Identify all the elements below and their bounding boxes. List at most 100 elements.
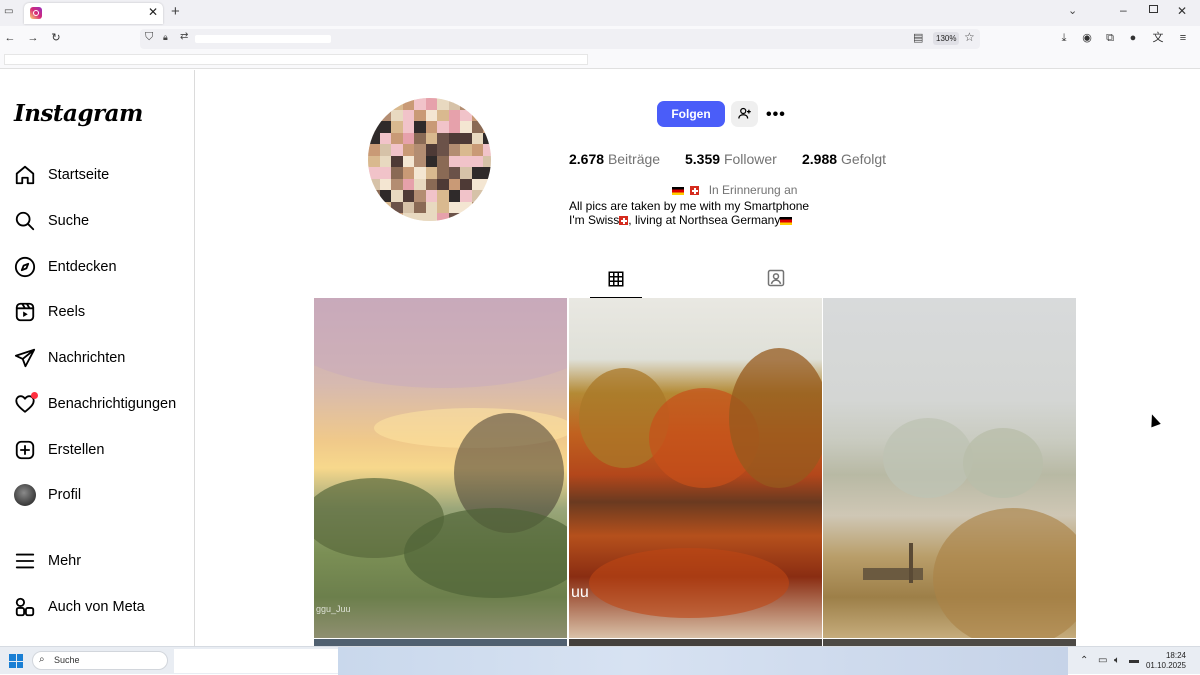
restore-icon[interactable] (1149, 5, 1158, 13)
avatar-mosaic-tile (448, 167, 461, 179)
avatar-mosaic-tile (414, 132, 426, 145)
taskbar-search-label: Suche (54, 655, 80, 665)
avatar-mosaic-tile (402, 132, 415, 145)
stat-followers[interactable]: 5.359 Follower (685, 151, 777, 167)
browser-tab[interactable]: ✕ (24, 3, 163, 24)
new-tab-icon[interactable]: + (171, 3, 180, 20)
downloads-icon[interactable]: ⤓ (1057, 31, 1071, 45)
avatar-mosaic-tile (391, 155, 403, 168)
nav-more[interactable]: Mehr (14, 547, 81, 575)
more-options-icon[interactable]: ••• (766, 106, 786, 124)
avatar-mosaic-tile (425, 98, 438, 110)
avatar-mosaic-tile (460, 98, 472, 110)
avatar-mosaic-tile (368, 167, 380, 179)
avatar-mosaic-tile (425, 121, 438, 133)
forward-icon[interactable]: → (26, 31, 40, 45)
nav-home[interactable]: Startseite (14, 161, 109, 189)
clock[interactable]: 18:24 01.10.2025 (1146, 651, 1186, 671)
avatar-mosaic-tile (460, 190, 472, 202)
nav-create[interactable]: Erstellen (14, 436, 104, 464)
memorial-text: In Erinnerung an (708, 183, 798, 197)
network-icon[interactable]: ▭ (1098, 655, 1107, 666)
tray-overflow-icon[interactable]: ⌃ (1080, 655, 1088, 666)
reload-icon[interactable]: ↻ (49, 31, 63, 45)
avatar-mosaic-tile (483, 201, 491, 214)
tab-posts-grid[interactable] (590, 266, 642, 298)
zoom-indicator[interactable]: 130% (933, 32, 960, 45)
suggest-similar-button[interactable] (731, 101, 758, 127)
avatar-mosaic-tile (379, 144, 392, 156)
post-thumbnail[interactable] (314, 639, 567, 646)
avatar-mosaic-tile (391, 109, 403, 122)
taskbar-search[interactable]: ⌕ Suche (32, 651, 168, 670)
tab-list-icon[interactable]: ▭ (4, 6, 13, 17)
nav-notifications[interactable]: Benachrichtigungen (14, 390, 176, 418)
windows-start-icon[interactable] (9, 654, 23, 668)
avatar-mosaic-tile (460, 213, 472, 221)
post-thumbnail[interactable]: uu (569, 298, 822, 638)
avatar-mosaic-tile (437, 144, 449, 156)
followers-count: 5.359 (685, 151, 721, 167)
nav-messages[interactable]: Nachrichten (14, 344, 125, 372)
avatar-mosaic-tile (483, 213, 491, 221)
tab-tagged[interactable] (766, 268, 786, 290)
profile-avatar-icon[interactable]: ● (1126, 31, 1140, 45)
nav-explore[interactable]: Entdecken (14, 253, 117, 281)
swiss-flag-icon (619, 216, 629, 226)
home-icon (15, 165, 35, 185)
nav-profile[interactable]: Profil (14, 481, 81, 509)
account-icon[interactable]: ◉ (1080, 31, 1094, 45)
avatar-mosaic-tile (448, 98, 461, 110)
close-tab-icon[interactable]: ✕ (148, 5, 158, 19)
autumn-tree (729, 348, 822, 488)
post-thumbnail[interactable] (823, 639, 1076, 646)
clock-time: 18:24 (1165, 651, 1186, 660)
menu-icon[interactable]: ≡ (1176, 31, 1190, 45)
avatar-mosaic-tile (460, 155, 472, 168)
profile-avatar-pixelated[interactable] (368, 98, 491, 221)
stat-following[interactable]: 2.988 Gefolgt (802, 151, 886, 167)
reader-view-icon[interactable]: ▤ (913, 31, 923, 44)
avatar-mosaic-tile (437, 167, 449, 179)
avatar-mosaic-tile (448, 190, 461, 202)
avatar-mosaic-tile (437, 98, 449, 110)
avatar-mosaic-tile (471, 109, 484, 122)
bookmark-star-icon[interactable]: ☆ (964, 30, 975, 44)
shield-icon[interactable]: ⛉ (145, 31, 153, 44)
add-user-icon (738, 107, 751, 119)
permissions-icon[interactable]: ⇄ (180, 31, 188, 42)
avatar-mosaic-tile (402, 109, 415, 122)
post-thumbnail[interactable]: ggu_Juu (314, 298, 567, 638)
avatar-mosaic-tile (460, 109, 472, 122)
back-icon[interactable]: ← (3, 31, 17, 45)
nav-label: Nachrichten (48, 350, 126, 366)
instagram-logo[interactable]: Instagram (14, 100, 143, 127)
avatar-mosaic-tile (414, 121, 426, 133)
url-bar[interactable]: ⛉ 🔒︎ ⇄ ▤ 130% ☆ (140, 29, 980, 49)
avatar-mosaic-tile (402, 201, 415, 214)
minimize-icon[interactable]: – (1120, 3, 1127, 17)
chevron-down-icon[interactable]: ⌄ (1068, 4, 1077, 17)
post-thumbnail[interactable] (823, 298, 1076, 638)
post-thumbnail[interactable] (569, 639, 822, 646)
volume-icon[interactable]: 🔈︎ (1114, 655, 1120, 666)
avatar-mosaic-tile (402, 190, 415, 202)
battery-icon[interactable]: ▬ (1129, 655, 1139, 666)
extensions-icon[interactable]: ⧉ (1103, 31, 1117, 45)
bio-text: I'm Swiss (569, 213, 620, 227)
lock-icon[interactable]: 🔒︎ (163, 32, 168, 43)
avatar-mosaic-tile (483, 190, 491, 202)
nav-also-from-meta[interactable]: Auch von Meta (14, 593, 145, 621)
follow-button[interactable]: Folgen (657, 101, 725, 127)
avatar-mosaic-tile (471, 190, 484, 202)
avatar-mosaic-tile (460, 167, 472, 179)
avatar-mosaic-tile (471, 167, 484, 179)
close-window-icon[interactable]: ✕ (1177, 4, 1187, 18)
avatar-mosaic-tile (471, 213, 484, 221)
avatar-mosaic-tile (402, 144, 415, 156)
translate-icon[interactable]: 文 (1151, 31, 1165, 45)
avatar-mosaic-tile (448, 213, 461, 221)
reeds (933, 508, 1076, 638)
nav-reels[interactable]: Reels (14, 298, 85, 326)
nav-search[interactable]: Suche (14, 207, 89, 235)
